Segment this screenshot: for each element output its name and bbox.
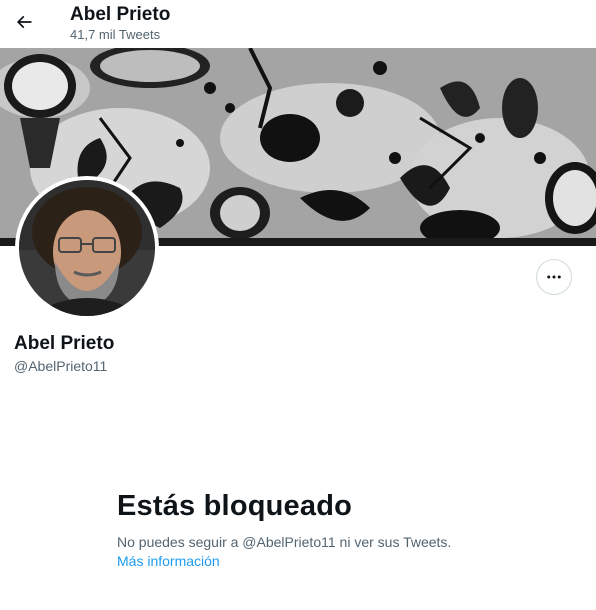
more-info-link[interactable]: Más información bbox=[117, 553, 220, 569]
profile-name: Abel Prieto bbox=[14, 333, 115, 354]
blocked-description: No puedes seguir a @AbelPrieto11 ni ver … bbox=[117, 534, 452, 550]
tweet-count: 41,7 mil Tweets bbox=[70, 27, 161, 42]
blocked-notice: Estás bloqueado No puedes seguir a @Abel… bbox=[117, 489, 497, 571]
more-horizontal-icon bbox=[547, 275, 561, 279]
avatar-photo bbox=[19, 180, 155, 316]
blocked-title: Estás bloqueado bbox=[117, 490, 353, 522]
more-options-button[interactable] bbox=[536, 259, 572, 295]
arrow-left-icon bbox=[16, 15, 32, 29]
header-title-group: Abel Prieto 41,7 mil Tweets bbox=[70, 4, 170, 43]
profile-header: Abel Prieto 41,7 mil Tweets bbox=[0, 0, 596, 48]
profile-handle: @AbelPrieto11 bbox=[14, 358, 108, 374]
page-title: Abel Prieto bbox=[70, 4, 171, 25]
avatar[interactable] bbox=[15, 176, 159, 320]
back-button[interactable] bbox=[6, 4, 42, 40]
